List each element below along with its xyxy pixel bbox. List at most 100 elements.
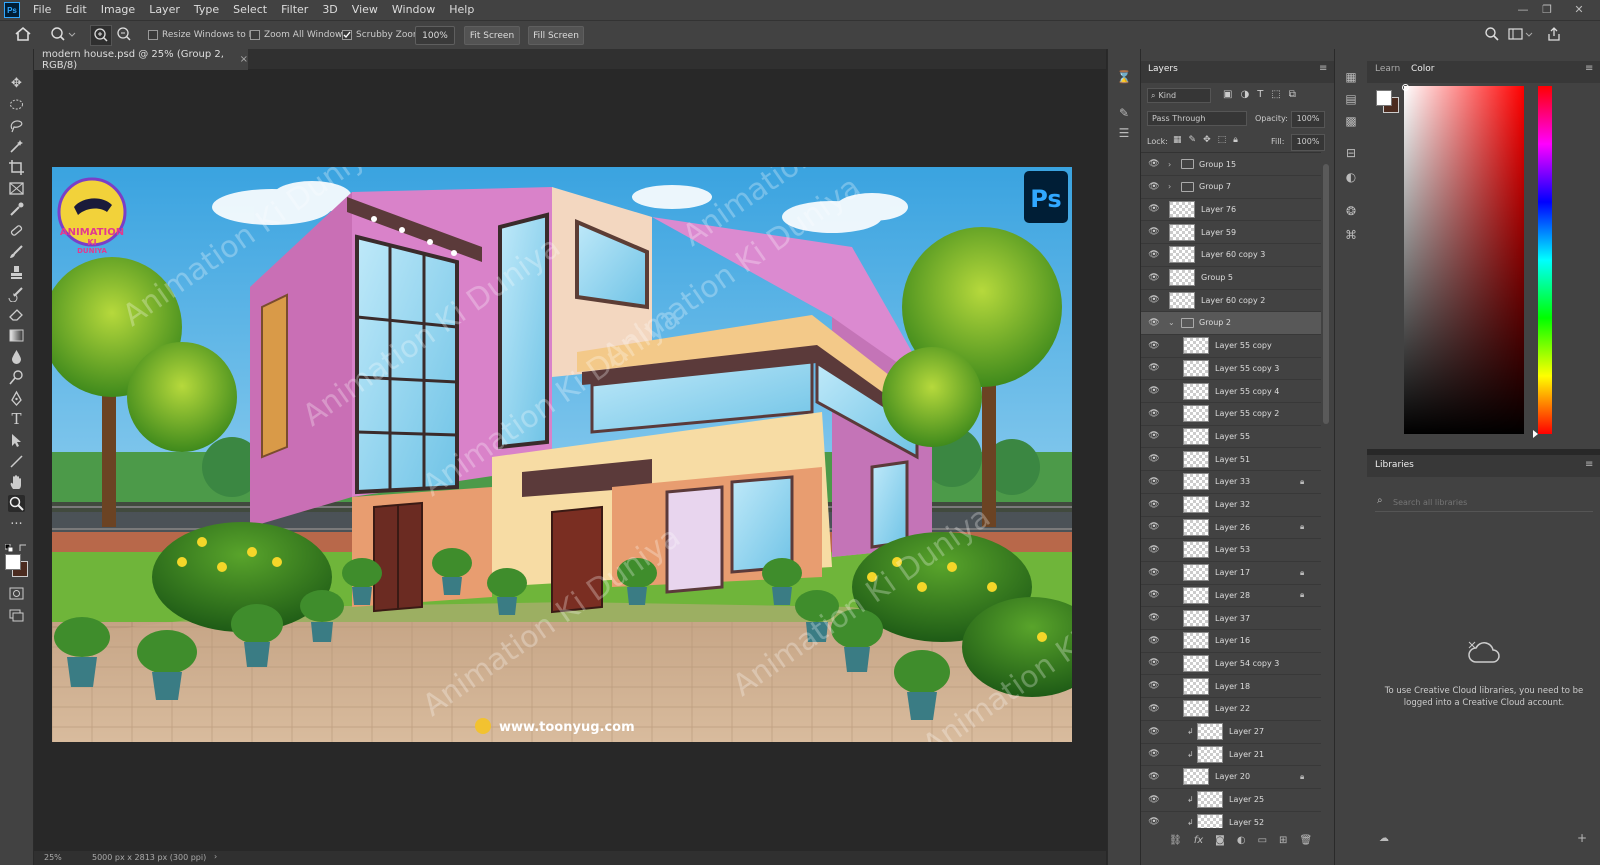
layer-row[interactable]: 👁︎ ↲ Layer 21 <box>1141 743 1321 767</box>
home-icon[interactable] <box>14 26 32 42</box>
layer-thumbnail[interactable] <box>1197 791 1223 809</box>
menu-window[interactable]: Window <box>385 0 442 20</box>
layer-name[interactable]: Layer 37 <box>1215 614 1250 623</box>
layer-thumbnail[interactable] <box>1183 405 1209 423</box>
zoom-out-icon[interactable] <box>114 25 134 44</box>
fx-icon[interactable]: fx <box>1194 835 1203 846</box>
default-colors-icon[interactable] <box>4 542 14 553</box>
photoshop-logo-icon[interactable]: Ps <box>4 2 20 18</box>
marquee-tool-icon[interactable] <box>8 96 25 113</box>
menu-view[interactable]: View <box>345 0 385 20</box>
hue-slider-handle[interactable] <box>1533 430 1538 438</box>
layer-thumbnail[interactable] <box>1183 450 1209 468</box>
layer-row[interactable]: 👁︎ Layer 51 <box>1141 448 1321 472</box>
search-icon[interactable] <box>1484 26 1500 42</box>
layer-name[interactable]: Layer 55 copy <box>1215 341 1272 350</box>
lock-transparent-icon[interactable]: ▦ <box>1173 135 1182 145</box>
adjustments-panel-icon[interactable]: ☰ <box>1116 125 1132 141</box>
quick-mask-icon[interactable] <box>8 585 25 602</box>
foreground-color-swatch[interactable] <box>5 554 21 570</box>
layer-name[interactable]: Layer 59 <box>1201 228 1236 237</box>
layer-name[interactable]: Layer 22 <box>1215 704 1250 713</box>
blend-mode-dropdown[interactable]: Pass Through <box>1147 111 1247 126</box>
layer-thumbnail[interactable] <box>1183 632 1209 650</box>
gradients-panel-icon[interactable]: ▤ <box>1343 91 1359 107</box>
layer-name[interactable]: Layer 54 copy 3 <box>1215 659 1279 668</box>
layer-name[interactable]: Layer 76 <box>1201 205 1236 214</box>
layer-row[interactable]: 👁︎ ⌄ Group 2 <box>1141 311 1321 335</box>
visibility-eye-icon[interactable]: 👁︎ <box>1148 272 1160 284</box>
adjustment-icon[interactable]: ◐ <box>1237 835 1246 846</box>
layer-thumbnail[interactable] <box>1183 768 1209 786</box>
visibility-eye-icon[interactable]: 👁︎ <box>1148 521 1160 533</box>
history-brush-tool-icon[interactable] <box>8 285 25 303</box>
visibility-eye-icon[interactable]: 👁︎ <box>1148 453 1160 465</box>
fit-screen-button[interactable]: Fit Screen <box>464 26 520 45</box>
color-picker-cursor[interactable] <box>1402 84 1409 91</box>
layer-name[interactable]: Layer 51 <box>1215 455 1250 464</box>
zoom-all-checkbox[interactable] <box>250 30 260 40</box>
layer-row[interactable]: 👁︎ Layer 76 <box>1141 198 1321 222</box>
screen-mode-icon[interactable] <box>8 606 25 623</box>
filter-kind-dropdown[interactable]: ⌕ Kind <box>1147 88 1211 103</box>
layer-row[interactable]: 👁︎ Layer 55 copy 2 <box>1141 403 1321 426</box>
visibility-eye-icon[interactable]: 👁︎ <box>1148 589 1160 601</box>
libraries-panel-menu-icon[interactable]: ≡ <box>1585 459 1593 470</box>
paths-panel-icon[interactable]: ⌘ <box>1343 227 1359 243</box>
layer-name[interactable]: Layer 17 <box>1215 568 1250 577</box>
history-panel-icon[interactable]: ⌛ <box>1116 69 1132 85</box>
chevron-right-icon[interactable]: › <box>1168 160 1171 169</box>
pen-tool-icon[interactable] <box>8 390 25 407</box>
healing-brush-tool-icon[interactable] <box>8 222 25 239</box>
trash-icon[interactable]: 🗑︎ <box>1299 835 1312 846</box>
layer-row[interactable]: 👁︎ Layer 55 copy <box>1141 335 1321 358</box>
mask-icon[interactable]: ◙ <box>1215 835 1225 846</box>
visibility-eye-icon[interactable]: 👁︎ <box>1148 226 1160 238</box>
layer-thumbnail[interactable] <box>1183 609 1209 627</box>
status-menu-arrow[interactable]: › <box>214 852 217 861</box>
layer-row[interactable]: 👁︎ Layer 28 🔒︎ <box>1141 584 1321 608</box>
zoom-percent-field[interactable]: 100% <box>415 26 455 45</box>
layer-row[interactable]: 👁︎ Layer 60 copy 3 <box>1141 244 1321 267</box>
layer-name[interactable]: Layer 25 <box>1229 795 1264 804</box>
more-tools-icon[interactable]: ··· <box>8 516 25 533</box>
adjustments-icon[interactable]: ◐ <box>1343 169 1359 185</box>
menu-type[interactable]: Type <box>187 0 226 20</box>
layer-row[interactable]: 👁︎ Group 5 <box>1141 267 1321 290</box>
resize-windows-checkbox[interactable] <box>148 30 158 40</box>
layer-name[interactable]: Layer 21 <box>1229 750 1264 759</box>
layer-row[interactable]: 👁︎ Layer 22 <box>1141 698 1321 721</box>
visibility-eye-icon[interactable]: 👁︎ <box>1148 635 1160 647</box>
type-tool-icon[interactable]: T <box>8 411 25 428</box>
layer-row[interactable]: 👁︎ ↲ Layer 25 <box>1141 789 1321 812</box>
layer-row[interactable]: 👁︎ Layer 37 <box>1141 607 1321 630</box>
artwork-image[interactable]: Animation Ki Duniya Animation Ki Duniya … <box>52 167 1072 742</box>
visibility-eye-icon[interactable]: 👁︎ <box>1148 362 1160 374</box>
visibility-eye-icon[interactable]: 👁︎ <box>1148 203 1160 215</box>
brush-tool-icon[interactable] <box>8 243 25 260</box>
visibility-eye-icon[interactable]: 👁︎ <box>1148 181 1160 193</box>
visibility-eye-icon[interactable]: 👁︎ <box>1148 249 1160 261</box>
chevron-right-icon[interactable]: › <box>1168 182 1171 191</box>
visibility-eye-icon[interactable]: 👁︎ <box>1148 430 1160 442</box>
menu-filter[interactable]: Filter <box>274 0 315 20</box>
layer-row[interactable]: 👁︎ Layer 33 🔒︎ <box>1141 471 1321 494</box>
line-tool-icon[interactable] <box>8 453 25 470</box>
adjustment-filter-icon[interactable]: ◑ <box>1240 89 1249 103</box>
layer-row[interactable]: 👁︎ Layer 20 🔒︎ <box>1141 766 1321 789</box>
layer-row[interactable]: 👁︎ Layer 55 copy 3 <box>1141 357 1321 381</box>
properties-panel-icon[interactable]: ⊟ <box>1343 145 1359 161</box>
visibility-eye-icon[interactable]: 👁︎ <box>1148 612 1160 624</box>
layer-thumbnail[interactable] <box>1169 200 1195 218</box>
fill-screen-button[interactable]: Fill Screen <box>528 26 584 45</box>
crop-tool-icon[interactable] <box>8 159 25 176</box>
shape-filter-icon[interactable]: ⬚ <box>1271 89 1280 103</box>
color-tab[interactable]: Color <box>1411 64 1435 74</box>
visibility-eye-icon[interactable]: 👁︎ <box>1148 385 1160 397</box>
menu-layer[interactable]: Layer <box>142 0 187 20</box>
eyedropper-tool-icon[interactable] <box>8 201 25 218</box>
workspace-switcher-icon[interactable] <box>1508 26 1534 42</box>
layer-row[interactable]: 👁︎ Layer 53 <box>1141 539 1321 562</box>
smart-object-filter-icon[interactable]: ⧉ <box>1289 89 1296 103</box>
magic-wand-tool-icon[interactable] <box>8 138 25 155</box>
